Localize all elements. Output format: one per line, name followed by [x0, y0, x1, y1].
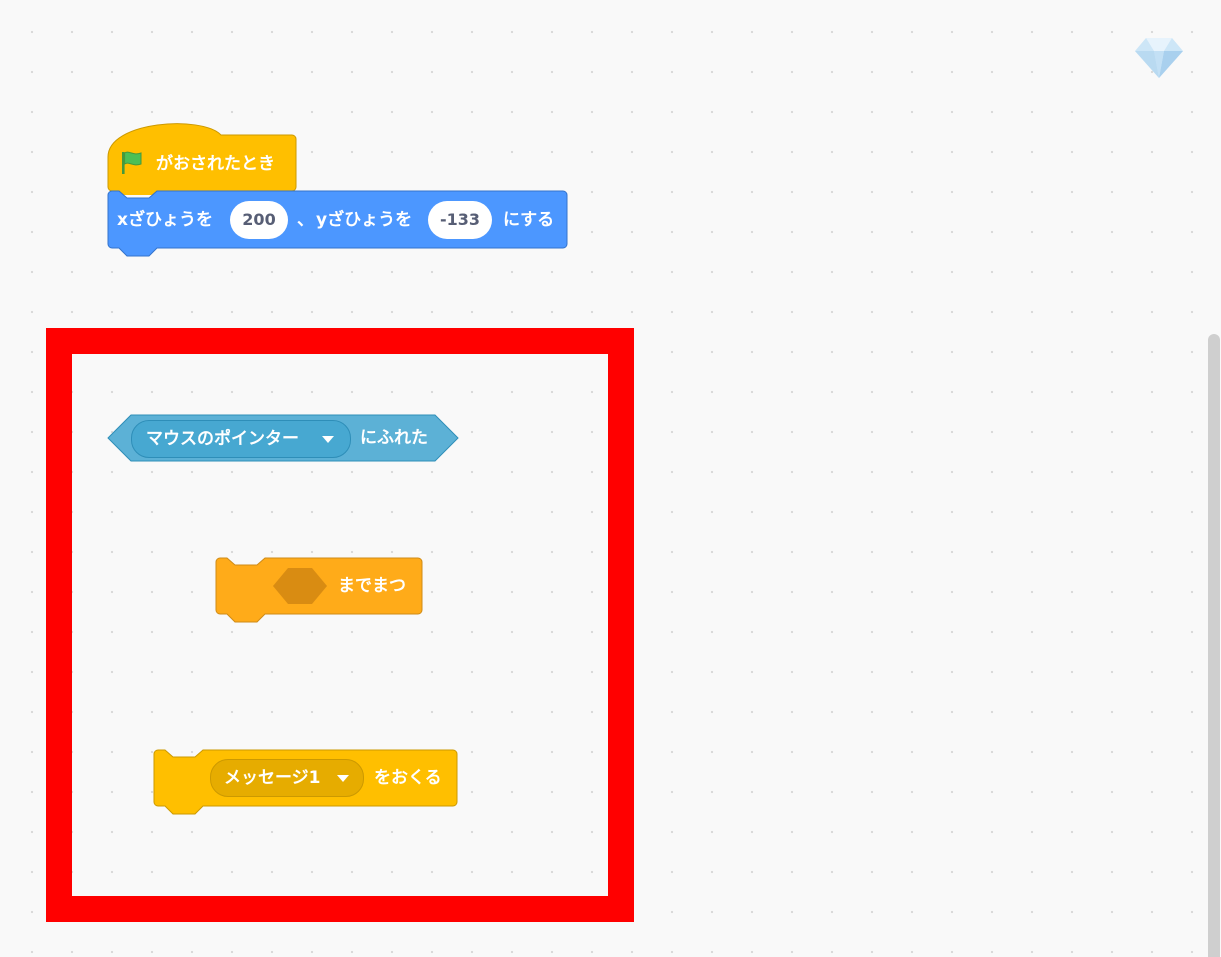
- x-value-input[interactable]: 200: [230, 201, 288, 239]
- y-value-input[interactable]: -133: [428, 201, 492, 239]
- scrollbar-thumb[interactable]: [1208, 334, 1220, 957]
- go-to-end-label: にする: [503, 210, 555, 230]
- highlight-rectangle: [46, 328, 634, 922]
- go-to-x-label: xざひょうを: [117, 210, 213, 230]
- go-to-y-label: yざひょうを: [316, 210, 413, 230]
- diamond-icon: [1135, 38, 1183, 78]
- green-flag-icon: [122, 151, 142, 174]
- when-flag-clicked-label: がおされたとき: [156, 154, 275, 174]
- code-workspace[interactable]: がおされたとき xざひょうを 200 、 yざひょうを -133 にする マウス…: [0, 0, 1221, 957]
- separator-label: 、: [297, 210, 314, 230]
